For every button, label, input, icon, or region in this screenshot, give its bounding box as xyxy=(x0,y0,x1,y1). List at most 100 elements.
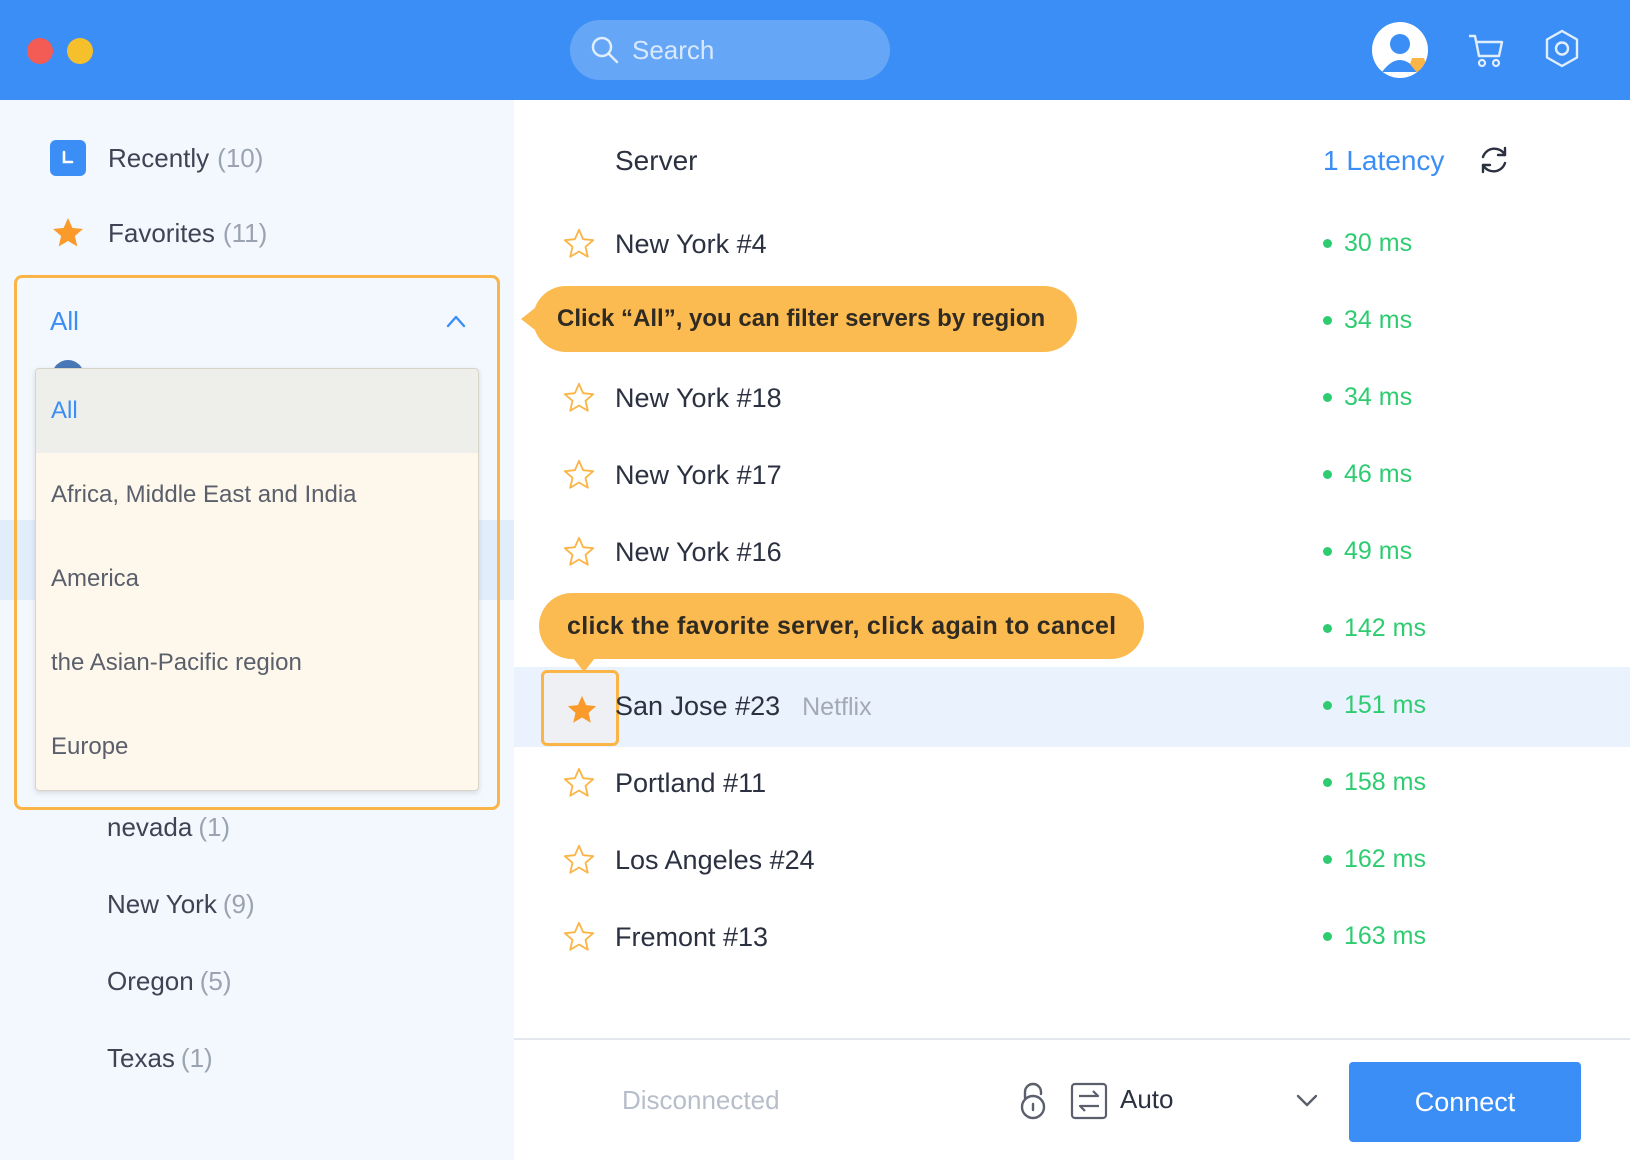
server-name: Los Angeles #24 xyxy=(615,845,815,875)
latency-value: 142 ms xyxy=(1323,614,1426,643)
sidebar-item-label: Favorites xyxy=(108,217,215,248)
latency-text: 151 ms xyxy=(1344,691,1426,719)
sidebar-item-label: Texas xyxy=(107,1043,175,1073)
latency-text: 34 ms xyxy=(1344,383,1413,411)
latency-value: 46 ms xyxy=(1323,460,1412,489)
sidebar-item-label: New York xyxy=(107,889,217,919)
status-dot xyxy=(1323,855,1332,864)
server-row[interactable]: Fremont #13 163 ms xyxy=(514,898,1630,978)
region-option-asia-pacific[interactable]: the Asian-Pacific region xyxy=(36,621,478,705)
search-icon xyxy=(591,36,619,64)
status-dot xyxy=(1323,778,1332,787)
star-filled-icon xyxy=(53,218,83,247)
server-name: New York #17 xyxy=(615,460,782,490)
avatar[interactable] xyxy=(1372,22,1428,78)
settings-icon[interactable] xyxy=(1541,28,1583,70)
sidebar-item-new-york[interactable]: New York (9) xyxy=(107,889,255,920)
title-bar: Search xyxy=(0,0,1630,100)
region-option-all[interactable]: All xyxy=(36,369,478,453)
latency-value: 162 ms xyxy=(1323,845,1426,874)
connect-button[interactable]: Connect xyxy=(1349,1062,1581,1142)
latency-value: 34 ms xyxy=(1323,383,1412,412)
region-dropdown: All Africa, Middle East and India Americ… xyxy=(35,368,479,791)
minimize-window-button[interactable] xyxy=(67,38,93,64)
server-row[interactable]: Portland #11 158 ms xyxy=(514,744,1630,824)
favorite-hint-tooltip: click the favorite server, click again t… xyxy=(539,593,1145,672)
chevron-up-icon[interactable] xyxy=(446,314,466,328)
sidebar-item-favorites[interactable]: Favorites (11) xyxy=(50,215,267,251)
latency-text: 30 ms xyxy=(1344,229,1413,257)
server-row[interactable]: New York #17 46 ms xyxy=(514,436,1630,516)
star-outline-icon[interactable] xyxy=(562,458,596,492)
server-row-selected[interactable]: San Jose #23 Netflix 151 ms xyxy=(514,667,1630,747)
sidebar-item-count: (1) xyxy=(198,812,231,842)
sidebar-item-texas[interactable]: Texas (1) xyxy=(107,1043,213,1074)
region-option-europe[interactable]: Europe xyxy=(36,705,478,789)
sidebar-item-count: (1) xyxy=(180,1043,213,1073)
sidebar-item-label: Oregon xyxy=(107,966,194,996)
sidebar-item-oregon[interactable]: Oregon (5) xyxy=(107,966,232,997)
server-row[interactable]: New York #4 30 ms xyxy=(514,205,1630,285)
sidebar-item-count: (5) xyxy=(199,966,232,996)
latency-text: 34 ms xyxy=(1344,306,1413,334)
star-outline-icon[interactable] xyxy=(562,766,596,800)
status-dot xyxy=(1323,393,1332,402)
protocol-icon[interactable] xyxy=(1070,1082,1108,1120)
column-header-server[interactable]: Server xyxy=(615,145,697,177)
server-name: New York #16 xyxy=(615,537,782,567)
close-window-button[interactable] xyxy=(27,38,53,64)
latency-value: 158 ms xyxy=(1323,768,1426,797)
server-name: Fremont #13 xyxy=(615,922,769,952)
server-name: San Jose #23 Netflix xyxy=(615,691,872,722)
latency-value: 30 ms xyxy=(1323,229,1412,258)
latency-text: 162 ms xyxy=(1344,845,1426,873)
star-outline-icon[interactable] xyxy=(562,920,596,954)
clock-icon xyxy=(50,140,86,176)
column-header-latency[interactable]: 1 Latency xyxy=(1323,145,1444,177)
refresh-icon[interactable] xyxy=(1477,143,1511,177)
server-name: New York #4 xyxy=(615,229,767,259)
latency-text: 49 ms xyxy=(1344,537,1413,565)
sidebar-item-recently[interactable]: Recently (10) xyxy=(50,140,263,176)
latency-text: 158 ms xyxy=(1344,768,1426,796)
sidebar-item-count: (10) xyxy=(217,142,264,173)
server-row[interactable]: New York #16 49 ms xyxy=(514,513,1630,593)
star-outline-icon[interactable] xyxy=(562,381,596,415)
latency-text: 142 ms xyxy=(1344,614,1426,642)
latency-value: 34 ms xyxy=(1323,306,1412,335)
favorite-toggle[interactable] xyxy=(541,670,619,746)
status-dot xyxy=(1323,470,1332,479)
region-option-america[interactable]: America xyxy=(36,537,478,621)
server-name-text: San Jose #23 xyxy=(615,691,781,721)
status-dot xyxy=(1323,316,1332,325)
filter-hint-tooltip: Click “All”, you can filter servers by r… xyxy=(520,286,1078,352)
latency-text: 163 ms xyxy=(1344,922,1426,950)
cart-icon[interactable] xyxy=(1466,30,1506,70)
lock-icon[interactable] xyxy=(1016,1080,1050,1122)
status-dot xyxy=(1323,932,1332,941)
status-dot xyxy=(1323,701,1332,710)
star-outline-icon[interactable] xyxy=(562,227,596,261)
sidebar-item-count: (9) xyxy=(222,889,255,919)
latency-value: 163 ms xyxy=(1323,922,1426,951)
star-outline-icon[interactable] xyxy=(562,535,596,569)
sidebar-item-label: nevada xyxy=(107,812,193,842)
server-row[interactable]: Los Angeles #24 162 ms xyxy=(514,821,1630,901)
star-outline-icon[interactable] xyxy=(562,843,596,877)
protocol-select[interactable]: Auto xyxy=(1120,1084,1174,1115)
server-tag: Netflix xyxy=(802,693,872,721)
star-filled-icon xyxy=(567,695,597,723)
status-dot xyxy=(1323,547,1332,556)
status-dot xyxy=(1323,239,1332,248)
search-placeholder: Search xyxy=(632,34,715,65)
region-filter-select[interactable]: All xyxy=(50,306,79,337)
server-row[interactable]: New York #18 34 ms xyxy=(514,359,1630,439)
server-name: Portland #11 xyxy=(615,768,767,798)
server-list: Server 1 Latency New York #4 30 ms 34 ms… xyxy=(514,100,1630,1038)
latency-value: 151 ms xyxy=(1323,691,1426,720)
connection-bar: Disconnected Auto Connect xyxy=(514,1038,1630,1160)
search-field[interactable]: Search xyxy=(570,20,890,80)
chevron-down-icon[interactable] xyxy=(1296,1094,1318,1108)
region-option-africa[interactable]: Africa, Middle East and India xyxy=(36,453,478,537)
sidebar-item-nevada[interactable]: nevada (1) xyxy=(107,812,230,843)
